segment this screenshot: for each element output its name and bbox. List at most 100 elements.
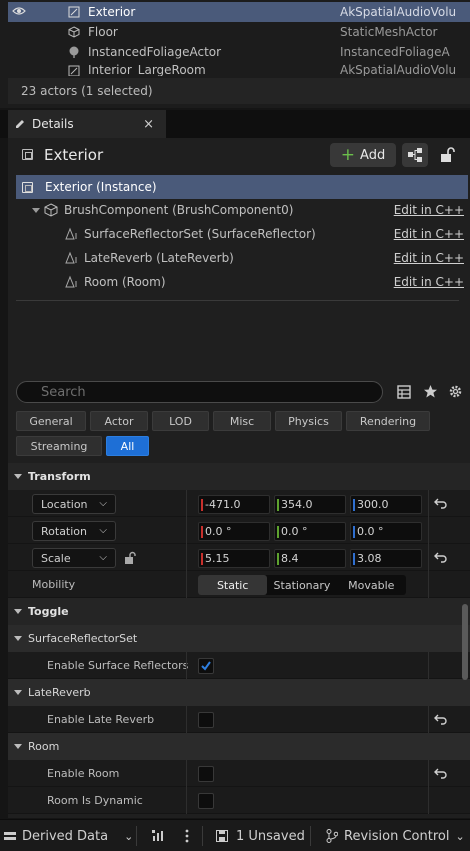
- component-surface-reflector[interactable]: SurfaceReflectorSet (SurfaceReflector) E…: [16, 222, 468, 246]
- trace-icon[interactable]: [152, 830, 166, 842]
- filter-actor[interactable]: Actor: [90, 411, 148, 431]
- divider: [202, 826, 203, 846]
- filter-physics[interactable]: Physics: [275, 411, 342, 431]
- reset-arrow-icon[interactable]: [434, 713, 448, 725]
- outliner-row-foliage[interactable]: InstancedFoliageActor InstancedFoliageA: [8, 42, 470, 62]
- derived-data-icon: [4, 832, 16, 840]
- revision-control-button[interactable]: Revision Control ⌄: [326, 820, 465, 851]
- reset-arrow-icon[interactable]: [434, 497, 448, 509]
- edit-in-cpp-link[interactable]: Edit in C++: [394, 227, 464, 241]
- location-x-field[interactable]: -471.0: [198, 495, 270, 514]
- outliner-row-type: StaticMeshActor: [340, 25, 438, 39]
- details-tabbar: Details ×: [0, 110, 470, 138]
- tab-details-label: Details: [32, 117, 74, 131]
- room-is-dynamic-checkbox[interactable]: [198, 793, 214, 809]
- mobility-static[interactable]: Static: [198, 575, 268, 595]
- filter-label: All: [120, 439, 135, 453]
- filter-rendering[interactable]: Rendering: [346, 411, 430, 431]
- rotation-x-field[interactable]: 0.0 °: [198, 522, 270, 541]
- close-icon[interactable]: ×: [143, 117, 154, 132]
- rotation-y-field[interactable]: 0.0 °: [274, 522, 346, 541]
- revision-control-label: Revision Control: [344, 828, 450, 844]
- property-label: Enable Late Reverb: [47, 713, 155, 726]
- section-label: LateReverb: [28, 686, 91, 699]
- branch-icon: [326, 829, 338, 843]
- value: 354.0: [281, 498, 313, 511]
- outliner-row-exterior[interactable]: Exterior AkSpatialAudioVolu: [8, 2, 470, 22]
- subsection-surface-reflector-set[interactable]: SurfaceReflectorSet: [8, 625, 470, 652]
- property-label: Enable Room: [47, 767, 120, 780]
- value: 0.0 °: [357, 525, 384, 538]
- subsection-room[interactable]: Room: [8, 733, 470, 760]
- location-y-field[interactable]: 354.0: [274, 495, 346, 514]
- location-z-field[interactable]: 300.0: [350, 495, 422, 514]
- enable-room-checkbox[interactable]: [198, 766, 214, 782]
- star-icon[interactable]: [423, 384, 438, 399]
- filter-general[interactable]: General: [16, 411, 86, 431]
- component-label: Room (Room): [84, 275, 166, 289]
- gear-icon[interactable]: [448, 384, 463, 399]
- outliner-row-floor[interactable]: Floor StaticMeshActor: [8, 22, 470, 42]
- mobility-stationary[interactable]: Stationary: [267, 575, 336, 595]
- filter-misc[interactable]: Misc: [213, 411, 271, 431]
- location-dropdown[interactable]: Location ⌵: [32, 494, 116, 514]
- scale-z-field[interactable]: 3.08: [350, 549, 422, 568]
- value: 0.0 °: [281, 525, 308, 538]
- mobility-movable[interactable]: Movable: [337, 575, 406, 595]
- component-label: Exterior (Instance): [45, 180, 157, 194]
- add-component-button[interactable]: + Add: [330, 143, 396, 167]
- unsaved-button[interactable]: 1 Unsaved: [216, 820, 305, 851]
- filter-all[interactable]: All: [106, 436, 149, 456]
- enable-surface-reflectors-checkbox[interactable]: [198, 658, 214, 674]
- table-view-icon[interactable]: [397, 385, 411, 399]
- lock-button[interactable]: [438, 146, 456, 164]
- edit-in-cpp-link[interactable]: Edit in C++: [394, 203, 464, 217]
- rotation-dropdown[interactable]: Rotation ⌵: [32, 521, 116, 541]
- rotation-z-field[interactable]: 0.0 °: [350, 522, 422, 541]
- unlock-icon[interactable]: [123, 551, 137, 565]
- search-input[interactable]: Search: [16, 381, 383, 403]
- value: -471.0: [205, 498, 241, 511]
- property-enable-surface-reflectors: Enable Surface Reflectors: [8, 652, 470, 679]
- component-label: BrushComponent (BrushComponent0): [64, 203, 294, 217]
- reset-arrow-icon[interactable]: [434, 767, 448, 779]
- blueprint-button[interactable]: [402, 143, 428, 167]
- chevron-down-icon: [14, 744, 22, 749]
- enable-late-reverb-checkbox[interactable]: [198, 712, 214, 728]
- more-options-icon[interactable]: [184, 829, 190, 843]
- property-rotation: Rotation ⌵ 0.0 ° 0.0 ° 0.0 °: [8, 517, 470, 544]
- scale-y-field[interactable]: 8.4: [274, 549, 346, 568]
- component-late-reverb[interactable]: LateReverb (LateReverb) Edit in C++: [16, 246, 468, 270]
- reset-arrow-icon[interactable]: [434, 551, 448, 563]
- tab-details[interactable]: Details ×: [8, 110, 166, 138]
- component-instance[interactable]: Exterior (Instance): [16, 175, 468, 199]
- filter-streaming[interactable]: Streaming: [16, 436, 102, 456]
- chevron-down-icon[interactable]: [32, 207, 40, 213]
- component-label: LateReverb (LateReverb): [84, 251, 234, 265]
- unlock-icon: [441, 147, 455, 162]
- outliner-row-interior[interactable]: Interior_LargeRoom AkSpatialAudioVolu: [8, 62, 470, 76]
- section-transform[interactable]: Transform: [8, 463, 470, 490]
- subsection-late-reverb[interactable]: LateReverb: [8, 679, 470, 706]
- property-label: Mobility: [32, 578, 76, 591]
- component-brush[interactable]: BrushComponent (BrushComponent0) Edit in…: [16, 198, 468, 222]
- outliner-row-name: InstancedFoliageActor: [88, 45, 222, 59]
- audio-component-icon: [65, 275, 77, 288]
- component-room[interactable]: Room (Room) Edit in C++: [16, 270, 468, 294]
- edit-in-cpp-link[interactable]: Edit in C++: [394, 275, 464, 289]
- chevron-down-icon: [14, 690, 22, 695]
- outliner-row-name: Interior_LargeRoom: [88, 63, 206, 76]
- value: 300.0: [357, 498, 389, 511]
- eye-icon[interactable]: [8, 5, 30, 19]
- derived-data-button[interactable]: Derived Data ⌄: [4, 820, 133, 851]
- chevron-down-icon: ⌵: [99, 552, 107, 563]
- chevron-down-icon: [14, 636, 22, 641]
- scale-x-field[interactable]: 5.15: [198, 549, 270, 568]
- scale-dropdown[interactable]: Scale ⌵: [32, 548, 116, 568]
- scrollbar[interactable]: [462, 604, 468, 680]
- section-toggle[interactable]: Toggle: [8, 598, 470, 625]
- blueprint-icon: [408, 148, 422, 162]
- filter-lod[interactable]: LOD: [152, 411, 209, 431]
- edit-in-cpp-link[interactable]: Edit in C++: [394, 251, 464, 265]
- add-label: Add: [360, 147, 386, 163]
